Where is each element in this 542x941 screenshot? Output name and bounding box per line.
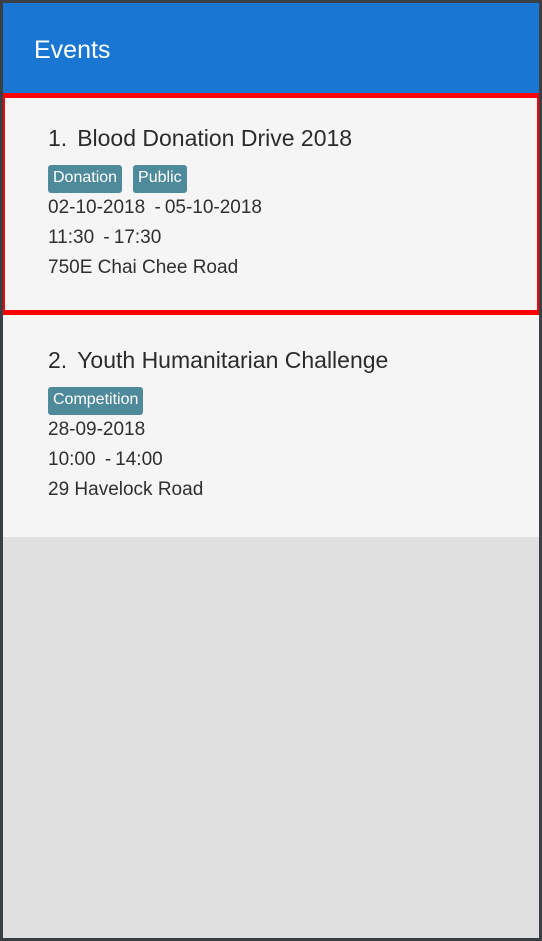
event-location: 29 Havelock Road <box>48 479 204 500</box>
event-end-date: 05-10-2018 <box>164 197 263 218</box>
panel-title: Events <box>34 36 111 64</box>
event-tags: Competition <box>48 387 388 415</box>
event-start-date: 28-09-2018 <box>48 419 146 440</box>
event-end-time: 17:30 <box>113 227 162 248</box>
list-empty-area <box>3 537 539 938</box>
event-index: 1. <box>48 125 68 151</box>
event-location: 750E Chai Chee Road <box>48 257 239 278</box>
panel-header: Events <box>3 3 539 93</box>
event-end-time: 14:00 <box>115 449 163 470</box>
event-time: 10:00 -14:00 <box>48 449 163 470</box>
event-name: Youth Humanitarian Challenge <box>77 347 389 373</box>
event-title: 2. Youth Humanitarian Challenge <box>48 345 388 375</box>
event-start-time: 11:30 <box>48 227 95 248</box>
event-tags: Donation Public <box>48 165 352 193</box>
event-start-time: 10:00 <box>48 449 96 470</box>
event-card-selected[interactable]: 1. Blood Donation Drive 2018 Donation Pub… <box>3 93 539 315</box>
event-card[interactable]: 2. Youth Humanitarian Challenge Competiti… <box>3 315 539 537</box>
event-title: 1. Blood Donation Drive 2018 <box>48 123 352 153</box>
event-name: Blood Donation Drive 2018 <box>77 125 353 151</box>
event-list[interactable]: 1. Blood Donation Drive 2018 Donation Pub… <box>3 93 539 537</box>
event-tag: Public <box>133 165 187 193</box>
event-list-panel: Events 1. Blood Donation Drive 2018 Donat… <box>0 0 542 941</box>
event-tag: Competition <box>48 387 144 415</box>
event-date: 28-09-2018 <box>48 415 388 445</box>
event-time: 11:30 -17:30 <box>48 227 162 248</box>
event-index: 2. <box>48 347 68 373</box>
event-card-content: 1. Blood Donation Drive 2018 Donation Pub… <box>48 123 352 283</box>
event-card-content: 2. Youth Humanitarian Challenge Competiti… <box>48 345 388 505</box>
event-date: 02-10-2018 -05-10-2018 <box>48 197 263 218</box>
event-start-date: 02-10-2018 <box>48 197 146 218</box>
event-tag: Donation <box>48 165 123 193</box>
